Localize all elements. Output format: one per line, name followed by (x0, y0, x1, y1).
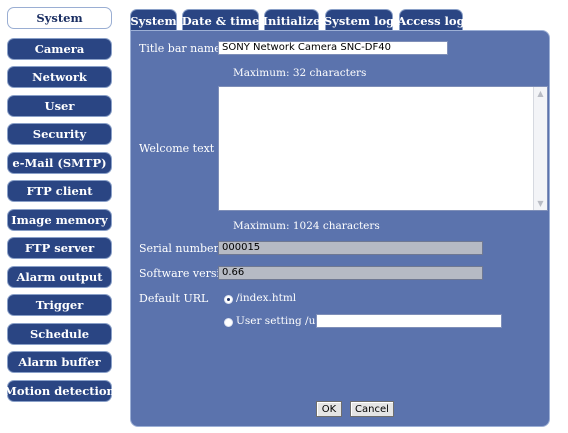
user-url-input[interactable] (316, 314, 502, 328)
default-url-index-label: /index.html (236, 292, 297, 304)
sidebar-item-ftp-server[interactable]: FTP server (7, 237, 112, 259)
tab-access-log[interactable]: Access log (397, 9, 465, 31)
tab-system[interactable]: System (130, 9, 177, 31)
sidebar-item-schedule[interactable]: Schedule (7, 323, 112, 345)
sidebar-item-network[interactable]: Network (7, 66, 112, 88)
sidebar-item-system[interactable]: System (7, 7, 112, 29)
scroll-up-icon[interactable]: ▲ (534, 87, 547, 100)
welcome-text-area[interactable]: ▲ ▼ (218, 86, 548, 211)
sidebar-item-user[interactable]: User (7, 95, 112, 117)
tab-date-time[interactable]: Date & time (182, 9, 259, 31)
sidebar-item-ftp-client[interactable]: FTP client (7, 180, 112, 202)
scroll-down-icon[interactable]: ▼ (534, 197, 547, 210)
title-bar-name-input[interactable]: SONY Network Camera SNC-DF40 (218, 41, 448, 55)
sidebar-item-email-smtp[interactable]: e-Mail (SMTP) (7, 152, 112, 174)
default-url-index-radio[interactable] (224, 295, 233, 304)
sidebar-item-motion-detection[interactable]: Motion detection (4, 380, 115, 402)
software-version-field: 0.66 (218, 266, 483, 280)
ok-button[interactable]: OK (316, 401, 342, 417)
tab-system-log[interactable]: System log (324, 9, 394, 31)
title-bar-max-hint: Maximum: 32 characters (233, 67, 367, 79)
sidebar-item-alarm-output[interactable]: Alarm output (7, 266, 112, 288)
cancel-button[interactable]: Cancel (350, 401, 394, 417)
welcome-text-label: Welcome text (139, 142, 215, 155)
sidebar-item-security[interactable]: Security (7, 123, 112, 145)
sidebar-item-trigger[interactable]: Trigger (7, 294, 112, 316)
default-url-label: Default URL (139, 292, 209, 305)
welcome-text-scrollbar[interactable]: ▲ ▼ (533, 87, 547, 210)
serial-number-field: 000015 (218, 241, 483, 255)
title-bar-name-label: Title bar name (139, 42, 221, 55)
sidebar-item-image-memory[interactable]: Image memory (7, 209, 112, 231)
welcome-text-max-hint: Maximum: 1024 characters (233, 220, 380, 232)
sidebar-item-alarm-buffer[interactable]: Alarm buffer (7, 351, 112, 373)
sidebar-item-camera[interactable]: Camera (7, 38, 112, 60)
tab-initialize[interactable]: Initialize (263, 9, 320, 31)
serial-number-label: Serial number (139, 242, 219, 255)
default-url-user-radio[interactable] (224, 318, 233, 327)
